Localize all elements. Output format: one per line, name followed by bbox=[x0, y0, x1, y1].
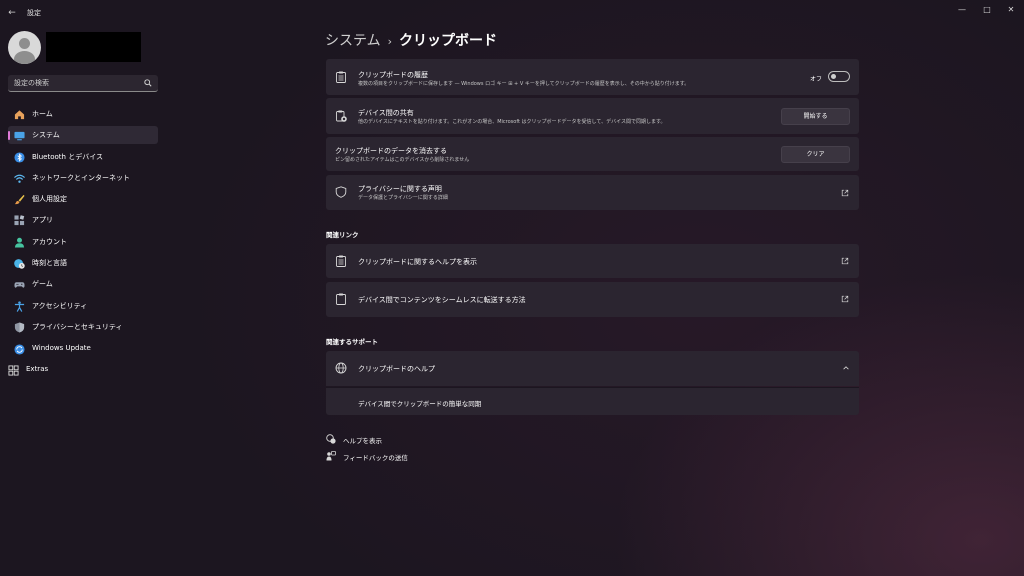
card-description: ピン留めされたアイテムはこのデバイスから削除されません bbox=[335, 157, 470, 163]
app-title: 設定 bbox=[27, 9, 41, 17]
card-title: クリップボードのデータを消去する bbox=[335, 147, 447, 155]
help-chat-icon bbox=[326, 434, 336, 444]
expander-clipboard-help[interactable]: クリップボードのヘルプ bbox=[326, 351, 859, 386]
clear-button[interactable]: クリア bbox=[781, 146, 850, 163]
expander-content: デバイス間でクリップボードの簡単な同期 bbox=[326, 387, 859, 415]
breadcrumb-parent[interactable]: システム bbox=[325, 33, 381, 49]
shield-icon bbox=[335, 186, 347, 198]
game-icon bbox=[14, 282, 25, 288]
external-link-icon bbox=[841, 257, 849, 265]
clipboard-icon bbox=[336, 293, 346, 305]
search-input[interactable] bbox=[14, 75, 139, 91]
back-button[interactable]: ← bbox=[5, 6, 19, 20]
sidebar-item-label: アプリ bbox=[32, 216, 53, 224]
page-title: クリップボード bbox=[399, 33, 497, 49]
sidebar-item-personalization[interactable]: 個人用設定 bbox=[8, 190, 158, 208]
sidebar-item-label: アカウント bbox=[32, 238, 67, 246]
sidebar-item-label: Extras bbox=[26, 365, 49, 373]
sidebar-item-label: ホーム bbox=[32, 110, 53, 118]
globe-clock-icon bbox=[14, 259, 25, 269]
sidebar-item-label: 時刻と言語 bbox=[32, 259, 67, 267]
bluetooth-icon bbox=[14, 152, 25, 163]
link-label: デバイス間でコンテンツをシームレスに転送する方法 bbox=[358, 296, 526, 304]
link-transfer-content[interactable]: デバイス間でコンテンツをシームレスに転送する方法 bbox=[326, 282, 859, 317]
sidebar-item-privacy-security[interactable]: プライバシーとセキュリティ bbox=[8, 318, 158, 336]
feedback-icon bbox=[326, 451, 336, 461]
sidebar-item-label: 個人用設定 bbox=[32, 195, 67, 203]
sidebar-item-label: プライバシーとセキュリティ bbox=[32, 323, 123, 331]
avatar-head bbox=[19, 38, 30, 49]
sidebar-item-system[interactable]: システム bbox=[8, 126, 158, 144]
close-button[interactable]: ✕ bbox=[1000, 3, 1022, 17]
sidebar-item-extras[interactable]: Extras bbox=[2, 361, 152, 379]
active-indicator bbox=[8, 131, 10, 140]
sidebar-item-label: ゲーム bbox=[32, 280, 53, 288]
extras-icon bbox=[8, 365, 19, 376]
external-link-icon bbox=[841, 295, 849, 303]
toggle-state-label: オフ bbox=[809, 76, 822, 83]
home-icon bbox=[14, 110, 25, 120]
card-clipboard-history: クリップボードの履歴 複数の項目をクリップボードに保存します — Windows… bbox=[326, 59, 859, 95]
shield-icon bbox=[14, 322, 25, 333]
sidebar-item-home[interactable]: ホーム bbox=[8, 105, 158, 123]
apps-icon bbox=[14, 215, 25, 226]
clipboard-history-icon bbox=[336, 71, 346, 83]
chevron-up-icon[interactable] bbox=[842, 364, 850, 372]
card-clear-clipboard: クリップボードのデータを消去する ピン留めされたアイテムはこのデバイスから削除さ… bbox=[326, 137, 859, 171]
sidebar-item-label: システム bbox=[32, 131, 60, 139]
network-icon bbox=[14, 174, 25, 183]
sidebar-item-label: Windows Update bbox=[32, 344, 91, 352]
card-description: データ保護とプライバシーに関する詳細 bbox=[358, 195, 448, 201]
sidebar-item-gaming[interactable]: ゲーム bbox=[8, 275, 158, 293]
sidebar-item-accounts[interactable]: アカウント bbox=[8, 233, 158, 251]
section-header-related-links: 関連リンク bbox=[326, 231, 359, 239]
minimize-button[interactable]: — bbox=[951, 3, 973, 17]
section-header-related-support: 関連するサポート bbox=[326, 338, 378, 346]
card-description: 複数の項目をクリップボードに保存します — Windows ロゴ キー ⊞ + … bbox=[358, 81, 690, 87]
get-help-label: ヘルプを表示 bbox=[343, 437, 382, 445]
sidebar-item-label: アクセシビリティ bbox=[32, 302, 88, 310]
update-icon bbox=[14, 344, 25, 355]
avatar[interactable] bbox=[8, 31, 41, 64]
title-bar: ← 設定 — □ ✕ bbox=[0, 0, 1024, 26]
toggle-knob bbox=[831, 74, 836, 79]
sidebar-item-label: ネットワークとインターネット bbox=[32, 174, 130, 182]
card-share-across-devices: デバイス間の共有 他のデバイスにテキストを貼り付けます。これがオンの場合、Mic… bbox=[326, 98, 859, 134]
clipboard-history-toggle[interactable] bbox=[828, 71, 850, 82]
send-feedback-label: フィードバックの送信 bbox=[343, 454, 408, 462]
card-description: 他のデバイスにテキストを貼り付けます。これがオンの場合、Microsoft はク… bbox=[358, 119, 666, 125]
account-icon bbox=[14, 237, 25, 248]
external-link-icon bbox=[841, 189, 849, 197]
sidebar-item-label: Bluetooth とデバイス bbox=[32, 153, 103, 161]
card-title: デバイス間の共有 bbox=[358, 109, 414, 117]
card-privacy-statement[interactable]: プライバシーに関する声明 データ保護とプライバシーに関する詳細 bbox=[326, 175, 859, 210]
link-label: クリップボードに関するヘルプを表示 bbox=[358, 258, 477, 266]
maximize-button[interactable]: □ bbox=[976, 3, 998, 17]
clipboard-list-icon bbox=[336, 255, 346, 267]
search-icon bbox=[144, 79, 152, 87]
sidebar-item-bluetooth[interactable]: Bluetooth とデバイス bbox=[8, 148, 158, 166]
card-title: プライバシーに関する声明 bbox=[358, 185, 442, 193]
breadcrumb: システム › クリップボード bbox=[325, 30, 497, 50]
sidebar-item-apps[interactable]: アプリ bbox=[8, 211, 158, 229]
link-clipboard-help[interactable]: クリップボードに関するヘルプを表示 bbox=[326, 244, 859, 278]
accessibility-icon bbox=[14, 301, 25, 312]
system-icon bbox=[14, 131, 25, 141]
expander-title: クリップボードのヘルプ bbox=[358, 365, 435, 373]
avatar-body bbox=[14, 51, 35, 64]
brush-icon bbox=[14, 194, 25, 205]
profile-name-redacted bbox=[46, 32, 141, 62]
sidebar-item-windows-update[interactable]: Windows Update bbox=[8, 340, 158, 358]
sidebar-item-accessibility[interactable]: アクセシビリティ bbox=[8, 297, 158, 315]
globe-icon bbox=[335, 362, 347, 374]
sidebar-item-network[interactable]: ネットワークとインターネット bbox=[8, 169, 158, 187]
sidebar-item-time-language[interactable]: 時刻と言語 bbox=[8, 254, 158, 272]
search-box[interactable] bbox=[8, 75, 158, 92]
card-title: クリップボードの履歴 bbox=[358, 71, 428, 79]
get-started-button[interactable]: 開始する bbox=[781, 108, 850, 125]
help-link-sync[interactable]: デバイス間でクリップボードの簡単な同期 bbox=[358, 398, 481, 408]
clipboard-sync-icon bbox=[336, 110, 347, 122]
breadcrumb-separator: › bbox=[387, 35, 392, 48]
